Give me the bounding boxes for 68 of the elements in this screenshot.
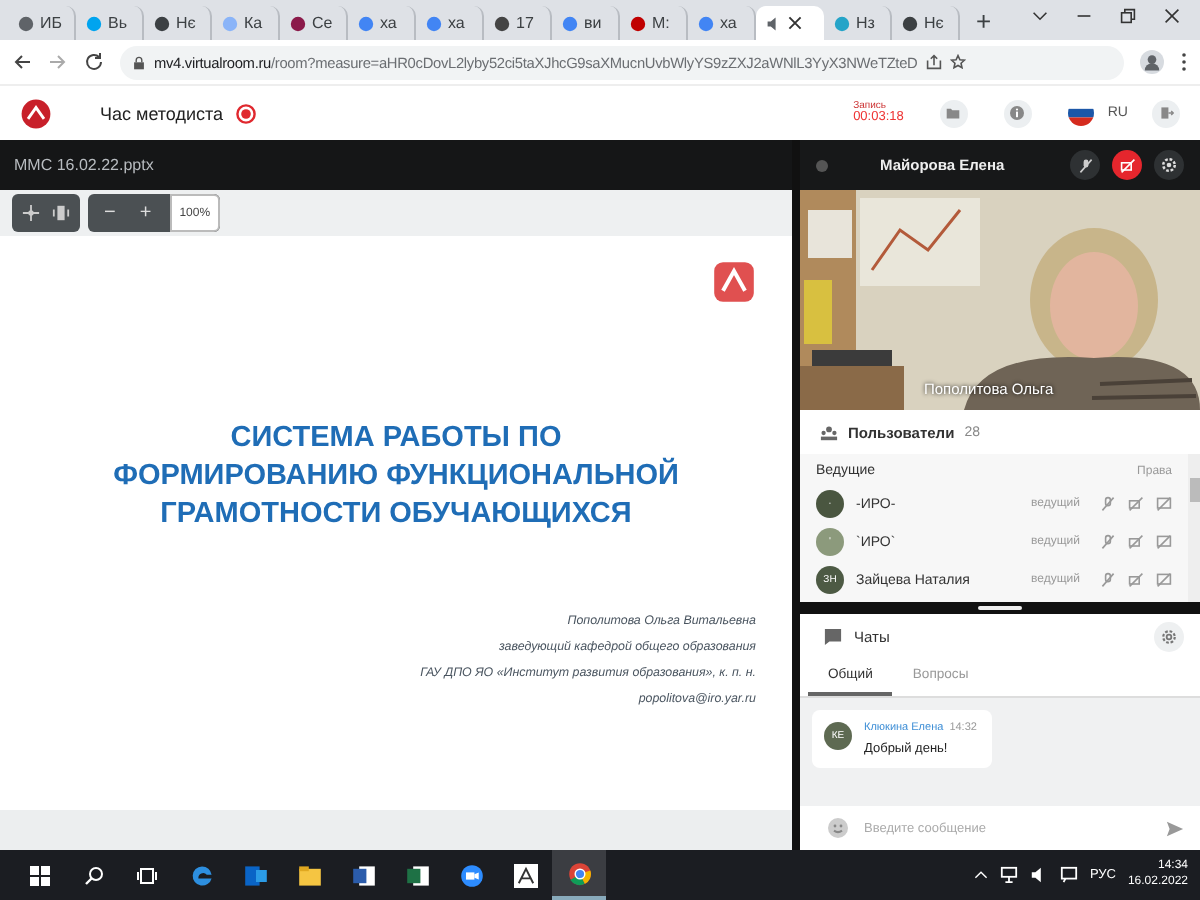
star-icon[interactable] — [949, 54, 966, 70]
new-tab-button[interactable]: + — [960, 6, 1008, 40]
folder-icon[interactable] — [297, 863, 321, 887]
reload-icon[interactable] — [84, 52, 104, 72]
files-button[interactable] — [939, 99, 968, 127]
record-icon[interactable] — [235, 103, 256, 123]
info-icon — [1010, 106, 1025, 120]
logo-icon[interactable] — [20, 97, 52, 129]
fit-icon[interactable] — [52, 204, 70, 222]
close-icon[interactable] — [788, 16, 802, 30]
lock-icon — [132, 55, 146, 69]
camera-off-icon — [1119, 157, 1135, 173]
menu-icon[interactable] — [1180, 52, 1188, 72]
restore-icon[interactable] — [1120, 8, 1136, 24]
chrome-icon[interactable] — [567, 861, 591, 885]
zoom-out-button[interactable]: − — [98, 202, 122, 224]
browser-tab[interactable] — [756, 6, 824, 40]
microphone-off-icon[interactable] — [1100, 496, 1116, 512]
camera-off-icon[interactable] — [1128, 572, 1144, 588]
info-button[interactable] — [1003, 99, 1032, 127]
scrollbar[interactable] — [1188, 454, 1200, 602]
screen-share-off-icon[interactable] — [1156, 572, 1172, 588]
spreadsheet-app-icon[interactable] — [405, 863, 429, 887]
windows-icon — [29, 865, 49, 885]
share-icon[interactable] — [925, 54, 942, 70]
video-app-icon[interactable] — [459, 863, 483, 887]
camera-off-icon[interactable] — [1128, 534, 1144, 550]
back-icon[interactable] — [12, 52, 32, 72]
app-icon[interactable] — [513, 863, 537, 887]
conference-title: Час методиста — [100, 103, 224, 123]
settings-button[interactable] — [1154, 150, 1184, 180]
microphone-off-button[interactable] — [1070, 150, 1100, 180]
file-name: ММС 16.02.22.pptx — [14, 156, 154, 174]
settings-icon — [1160, 156, 1178, 174]
camera-off-button[interactable] — [1112, 150, 1142, 180]
browser-icon[interactable] — [189, 863, 213, 887]
screen-share-off-icon[interactable] — [1156, 496, 1172, 512]
network-icon[interactable] — [999, 866, 1018, 884]
chevron-up-icon[interactable] — [973, 868, 988, 882]
move-icon[interactable] — [22, 204, 40, 222]
settings-icon — [1160, 627, 1178, 645]
close-icon[interactable] — [1164, 8, 1180, 24]
exit-button[interactable] — [1152, 99, 1180, 127]
microphone-off-icon[interactable] — [1100, 572, 1116, 588]
camera-off-icon[interactable] — [1128, 496, 1144, 512]
task-view-icon — [136, 865, 158, 885]
microphone-off-icon — [1077, 157, 1093, 173]
mail-app-icon[interactable] — [243, 863, 267, 887]
document-app-icon[interactable] — [351, 863, 375, 887]
profile-icon[interactable] — [1140, 50, 1164, 74]
microphone-off-icon[interactable] — [1100, 534, 1116, 550]
resize-handle[interactable] — [978, 606, 1022, 610]
status-dot-icon — [816, 159, 828, 171]
notification-icon[interactable] — [1059, 866, 1078, 884]
logo-icon — [712, 260, 756, 304]
zoom-in-button[interactable]: + — [133, 202, 158, 224]
search-icon — [83, 865, 103, 885]
chat-icon — [824, 627, 842, 645]
folder-icon — [946, 106, 961, 120]
chevron-down-icon[interactable] — [1032, 8, 1048, 24]
exit-icon — [1159, 106, 1173, 120]
chat-settings-button[interactable] — [1154, 621, 1184, 651]
screen-share-off-icon[interactable] — [1156, 534, 1172, 550]
slide-title: СИСТЕМА РАБОТЫ ПО ФОРМИРОВАНИЮ ФУНКЦИОНАЛЬНОЙ ГРАМОТНОСТИ ОБУЧАЮЩИХСЯ — [111, 420, 681, 534]
send-icon[interactable] — [1166, 819, 1184, 837]
emoji-icon[interactable] — [828, 818, 848, 838]
users-icon — [820, 423, 838, 441]
taskbar-app[interactable] — [552, 850, 606, 900]
